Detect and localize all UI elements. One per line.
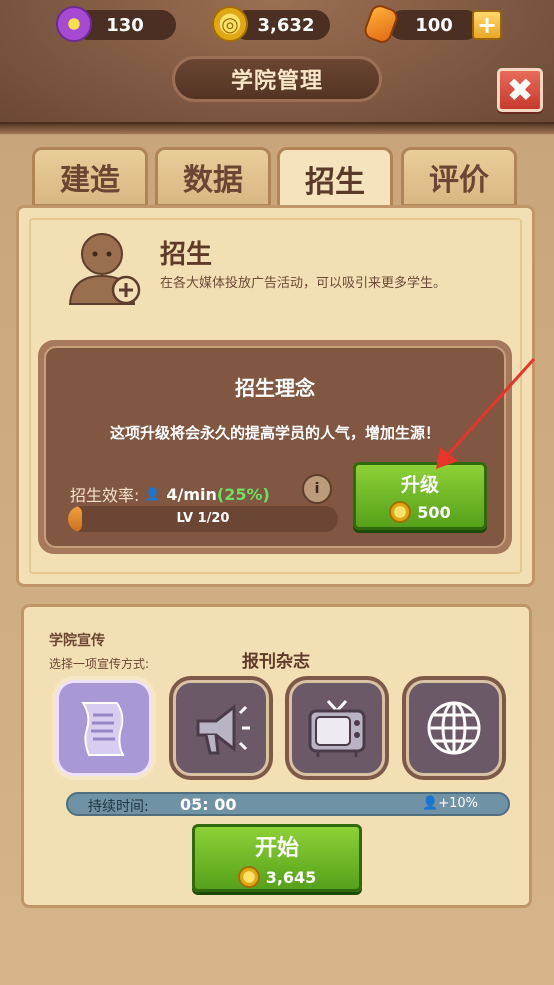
tab-build[interactable]: 建造 bbox=[32, 147, 148, 207]
globe-icon bbox=[427, 701, 481, 755]
person-icon: 👤 bbox=[422, 796, 439, 811]
close-icon: ✖ bbox=[506, 71, 534, 109]
close-button[interactable]: ✖ bbox=[497, 68, 543, 112]
pointer-arrow-icon bbox=[436, 357, 536, 469]
promo-option-tv[interactable] bbox=[285, 676, 389, 780]
promotion-subtitle: 选择一项宣传方式: bbox=[49, 657, 150, 671]
tab-review[interactable]: 评价 bbox=[401, 147, 517, 207]
add-gem-button[interactable]: + bbox=[472, 10, 502, 40]
start-button[interactable]: 开始 3,645 bbox=[192, 824, 362, 892]
coin-icon bbox=[389, 501, 412, 523]
coin-icon: ◎ bbox=[212, 6, 248, 42]
megaphone-icon bbox=[196, 703, 250, 755]
gem-counter: 100 bbox=[388, 10, 480, 40]
promotion-title: 学院宣传 bbox=[49, 633, 105, 649]
coin-icon bbox=[237, 866, 260, 888]
duration-value: 05: 00 bbox=[180, 795, 237, 814]
add-student-icon bbox=[68, 233, 141, 305]
selected-promotion-name: 报刊杂志 bbox=[242, 652, 310, 672]
person-icon: 👤 bbox=[145, 487, 161, 501]
info-icon: i bbox=[314, 481, 320, 497]
duration-bar: 持续时间: 05: 00 👤+10% bbox=[66, 792, 510, 816]
recruit-description: 在各大媒体投放广告活动，可以吸引来更多学生。 bbox=[160, 276, 447, 291]
promo-option-internet[interactable] bbox=[402, 676, 506, 780]
newspaper-icon bbox=[81, 702, 125, 756]
tab-recruit[interactable]: 招生 bbox=[277, 147, 393, 211]
level-progress-bar: LV 1/20 bbox=[68, 506, 338, 532]
recruit-rate: 招生效率: 👤 4/min (25%) bbox=[70, 484, 270, 506]
promo-option-newspaper[interactable] bbox=[52, 676, 156, 780]
tab-data[interactable]: 数据 bbox=[155, 147, 271, 207]
recruit-title: 招生 bbox=[160, 240, 213, 270]
promo-option-megaphone[interactable] bbox=[169, 676, 273, 780]
info-button[interactable]: i bbox=[302, 474, 332, 504]
tv-icon bbox=[308, 699, 366, 757]
popularity-bonus: 👤+10% bbox=[422, 796, 478, 811]
top-bar-divider bbox=[0, 122, 554, 134]
page-title: 学院管理 bbox=[172, 56, 382, 102]
flower-icon bbox=[56, 6, 92, 42]
